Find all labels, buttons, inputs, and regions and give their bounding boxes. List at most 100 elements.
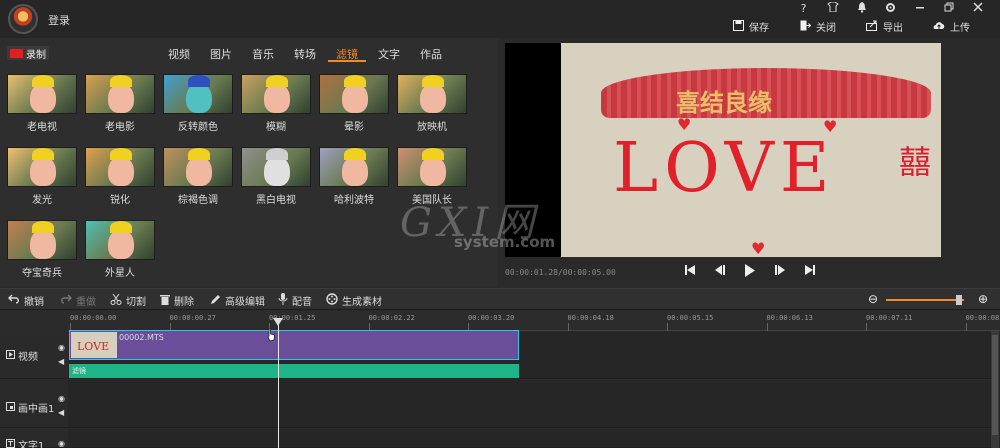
bell-icon[interactable] (847, 2, 876, 16)
speaker-icon[interactable]: ◀ (58, 408, 64, 417)
filter-item[interactable]: 棕褐色调 (163, 147, 233, 206)
pip-lane[interactable] (68, 380, 1000, 428)
generate-asset-button[interactable]: 生成素材 (326, 293, 382, 308)
advanced-edit-button[interactable]: 高级编辑 (210, 293, 265, 308)
project-actions: 保存 关闭 导出 上传 (732, 18, 1000, 34)
ruler-tick-label: 00:00:04.18 (567, 314, 614, 322)
exit-icon (799, 20, 811, 32)
filter-name: 放映机 (417, 122, 447, 133)
eye-icon[interactable]: ◉ (58, 439, 65, 448)
filter-item[interactable]: 老电影 (85, 74, 155, 133)
speaker-icon[interactable]: ◀ (58, 357, 64, 366)
zoom-track (886, 299, 964, 301)
scrollbar-thumb[interactable] (992, 335, 998, 435)
gear-icon[interactable] (876, 2, 905, 16)
filter-thumbnail (163, 147, 233, 187)
filter-name: 黑白电视 (256, 195, 296, 206)
delete-button[interactable]: 删除 (160, 293, 194, 308)
playhead-handle[interactable] (273, 318, 283, 326)
filter-item[interactable]: 反转颜色 (163, 74, 233, 133)
shirt-icon[interactable] (818, 1, 847, 16)
step-forward-icon[interactable] (773, 264, 787, 278)
close-icon[interactable] (963, 2, 992, 16)
upload-button[interactable]: 上传 (933, 18, 970, 34)
thumbnail-figure (186, 83, 212, 113)
maximize-icon[interactable] (934, 2, 963, 16)
filter-item[interactable]: 晕影 (319, 74, 389, 133)
dub-button[interactable]: 配音 (278, 293, 312, 308)
zoom-handle[interactable] (956, 295, 963, 305)
filter-name: 发光 (32, 195, 52, 206)
save-button[interactable]: 保存 (732, 18, 769, 34)
play-icon[interactable] (743, 264, 757, 278)
thumbnail-figure (422, 148, 444, 160)
minimize-icon[interactable] (905, 2, 934, 16)
zoom-out-icon[interactable]: ⊖ (868, 292, 878, 306)
step-back-icon[interactable] (713, 264, 727, 278)
tab-text[interactable]: 文字 (370, 44, 408, 62)
cut-button[interactable]: 切割 (110, 293, 146, 308)
filter-item[interactable]: 黑白电视 (241, 147, 311, 206)
filter-thumbnail (7, 147, 77, 187)
redo-button[interactable]: 重做 (60, 293, 96, 308)
skip-start-icon[interactable] (683, 264, 697, 278)
help-icon[interactable]: ? (789, 2, 818, 16)
filter-item[interactable]: 模糊 (241, 74, 311, 133)
camera-icon (10, 48, 23, 58)
close-project-button[interactable]: 关闭 (799, 18, 836, 34)
eye-icon[interactable]: ◉ (58, 343, 65, 352)
filter-thumbnail (397, 147, 467, 187)
eye-icon[interactable]: ◉ (58, 394, 65, 403)
filter-clip[interactable]: 滤镜 (69, 364, 519, 378)
window-controls: ? (789, 1, 992, 16)
ruler-tick-label: 00:00:06.13 (766, 314, 813, 322)
filter-item[interactable]: 老电视 (7, 74, 77, 133)
track-header-text: 文字1 ◉ (0, 429, 68, 448)
record-button[interactable]: 录制 (7, 46, 49, 61)
ruler-tick (965, 323, 967, 331)
timeline-scrollbar[interactable] (991, 331, 999, 448)
thumbnail-figure (30, 229, 56, 259)
tab-music[interactable]: 音乐 (244, 44, 282, 62)
ruler-tick-label: 00:00:03.20 (468, 314, 515, 322)
export-button[interactable]: 导出 (866, 18, 903, 34)
microphone-icon (278, 293, 288, 308)
filter-item[interactable]: 夺宝奇兵 (7, 220, 77, 279)
heart-icon: ♥ (677, 115, 692, 134)
video-track-icon (6, 349, 15, 362)
filter-name: 反转颜色 (178, 122, 218, 133)
filter-item[interactable]: 发光 (7, 147, 77, 206)
preview-screen[interactable]: 喜结良缘 LOVE 囍 ♥ ♥ ♥ (505, 43, 941, 257)
filter-item[interactable]: 哈利波特 (319, 147, 389, 206)
media-library: 录制 视频 图片 音乐 转场 滤镜 文字 作品 老电视 老电影 反转颜色 模糊 晕影 放映… (0, 38, 498, 286)
track-label: 画中画1 (18, 404, 55, 415)
video-clip[interactable]: LOVE 00002.MTS (69, 330, 519, 360)
avatar[interactable] (8, 4, 38, 34)
filter-item[interactable]: 锐化 (85, 147, 155, 206)
filter-name: 哈利波特 (334, 195, 374, 206)
tab-transition[interactable]: 转场 (286, 44, 324, 62)
thumbnail-figure (342, 156, 368, 186)
filter-thumbnail (319, 147, 389, 187)
text-lane[interactable] (68, 429, 1000, 448)
ruler-tick (667, 323, 668, 331)
thumbnail-figure (264, 156, 290, 186)
timeline-ruler[interactable]: 00:00:00.00 00:00:00.27 00:00:01.25 00:00:0… (68, 311, 1000, 331)
login-link[interactable]: 登录 (48, 12, 70, 28)
tab-filter[interactable]: 滤镜 (328, 44, 366, 62)
tab-video[interactable]: 视频 (160, 44, 198, 62)
playhead[interactable] (273, 318, 283, 448)
zoom-in-icon[interactable]: ⊕ (978, 292, 988, 306)
tab-image[interactable]: 图片 (202, 44, 240, 62)
filter-item[interactable]: 放映机 (397, 74, 467, 133)
filter-clip-label: 滤镜 (72, 367, 86, 375)
undo-button[interactable]: 撤销 (8, 293, 44, 308)
zoom-slider[interactable]: ⊖ ⊕ (868, 292, 993, 306)
filter-item[interactable]: 外星人 (85, 220, 155, 279)
thumbnail-figure (344, 148, 366, 160)
filter-thumbnail (319, 74, 389, 114)
tab-works[interactable]: 作品 (412, 44, 450, 62)
skip-end-icon[interactable] (803, 264, 817, 278)
heart-icon: ♥ (751, 239, 766, 257)
track-header-pip: 画中画1 ◉ ◀ (0, 380, 68, 428)
